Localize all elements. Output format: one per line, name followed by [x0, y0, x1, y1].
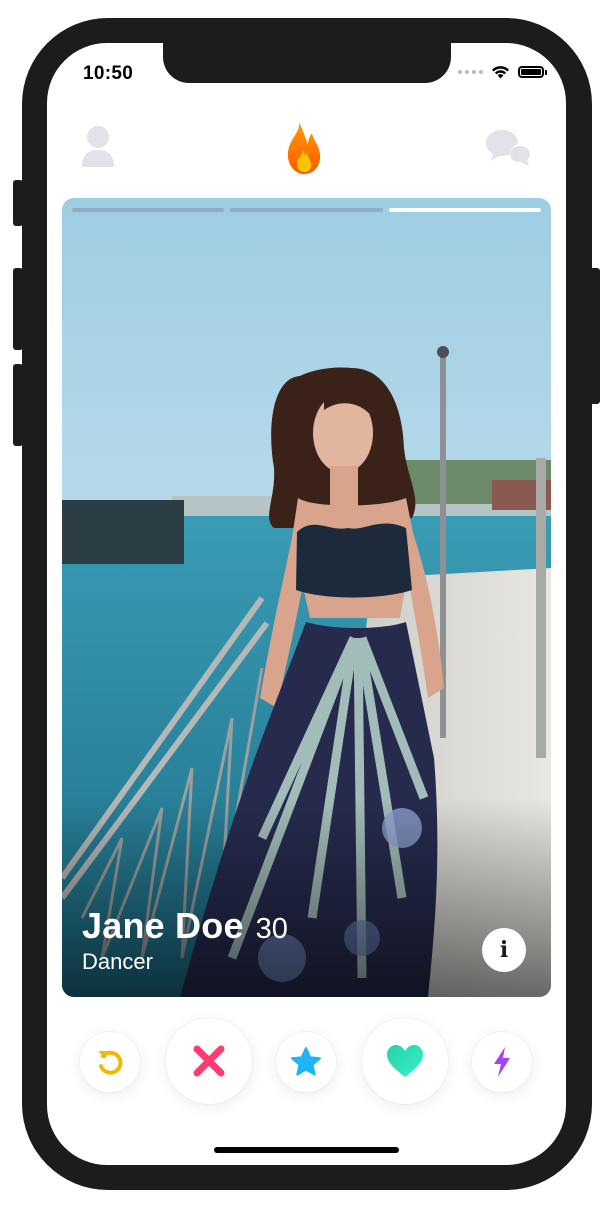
photo-indicator-3[interactable] [388, 208, 541, 212]
x-icon [193, 1045, 225, 1077]
profile-name-row: Jane Doe 30 [82, 905, 288, 947]
super-like-button[interactable] [276, 1032, 336, 1092]
home-indicator[interactable] [214, 1147, 399, 1153]
notch [163, 43, 451, 83]
heart-icon [387, 1045, 423, 1077]
profile-photo[interactable] [62, 198, 551, 997]
info-button[interactable]: i [482, 928, 526, 972]
rewind-button[interactable] [80, 1032, 140, 1092]
action-bar [47, 1018, 566, 1108]
boost-button[interactable] [472, 1032, 532, 1092]
flame-icon[interactable] [285, 121, 323, 175]
star-icon [291, 1047, 321, 1076]
lightning-icon [494, 1047, 510, 1077]
signal-icon [458, 70, 483, 74]
rewind-icon [98, 1050, 123, 1075]
chat-bubbles-icon[interactable] [485, 129, 531, 167]
photo-indicator-1[interactable] [72, 208, 225, 212]
photo-indicator-2[interactable] [230, 208, 383, 212]
nope-button[interactable] [166, 1018, 252, 1104]
profile-card[interactable]: Jane Doe 30 Dancer i [62, 198, 551, 997]
photo-progress [72, 208, 541, 212]
profile-icon[interactable] [81, 125, 115, 168]
profile-occupation: Dancer [82, 949, 153, 974]
profile-name: Jane Doe [82, 905, 244, 946]
status-time: 10:50 [83, 63, 134, 84]
app-screen: 10:50 Jane Doe 30 Dancer i [47, 43, 566, 1165]
battery-icon [518, 66, 547, 78]
info-icon: i [499, 937, 509, 963]
like-button[interactable] [362, 1018, 448, 1104]
status-icons [458, 65, 547, 79]
profile-age: 30 [255, 913, 288, 945]
wifi-icon [492, 66, 509, 79]
